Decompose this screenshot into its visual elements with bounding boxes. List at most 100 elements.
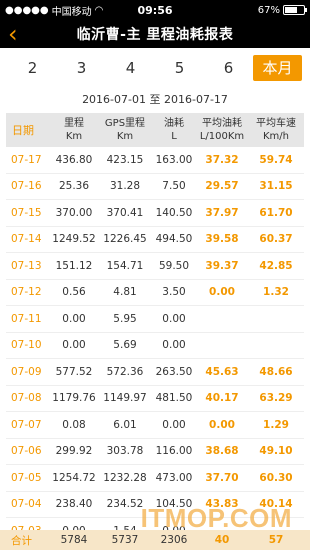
cell-gps: 4.81 bbox=[113, 286, 137, 299]
cell-avg-speed: 63.29 bbox=[259, 392, 293, 405]
cell-date: 07-16 bbox=[11, 180, 42, 193]
cell-mileage: 0.56 bbox=[62, 286, 86, 299]
cell-avg-speed: 48.66 bbox=[259, 365, 293, 378]
cell-gps: 154.71 bbox=[106, 259, 144, 272]
cell-avg-fuel: 37.32 bbox=[205, 153, 239, 166]
cell-fuel: 494.50 bbox=[155, 233, 193, 246]
cell-avg-speed: 1.29 bbox=[263, 418, 289, 431]
cell-gps: 1232.28 bbox=[103, 471, 147, 484]
cell-mileage: 370.00 bbox=[55, 206, 93, 219]
table-row[interactable]: 07-14 1249.52 1226.45 494.50 39.58 60.37 bbox=[6, 227, 304, 253]
cell-avg-fuel: 0.00 bbox=[209, 418, 235, 431]
cell-gps: 423.15 bbox=[106, 153, 144, 166]
cell-mileage: 151.12 bbox=[55, 259, 93, 272]
cell-mileage: 577.52 bbox=[55, 365, 93, 378]
col-fuel-header: 油耗 L bbox=[164, 118, 184, 142]
period-tabs: 2 3 4 5 6 本月 bbox=[0, 53, 310, 83]
cell-date: 07-06 bbox=[11, 445, 42, 458]
cell-avg-speed: 60.30 bbox=[259, 471, 293, 484]
totals-avg-fuel: 40 bbox=[214, 534, 230, 546]
cell-avg-fuel: 0.00 bbox=[209, 286, 235, 299]
cell-fuel: 140.50 bbox=[155, 206, 193, 219]
tab-5[interactable]: 本月 bbox=[253, 55, 302, 81]
cell-avg-speed: 60.37 bbox=[259, 233, 293, 246]
cell-mileage: 0.08 bbox=[62, 418, 86, 431]
cell-date: 07-13 bbox=[11, 259, 42, 272]
cell-avg-fuel: 38.68 bbox=[205, 445, 239, 458]
cell-avg-fuel: 45.63 bbox=[205, 365, 239, 378]
tab-0[interactable]: 2 bbox=[8, 55, 57, 81]
cell-avg-speed: 1.32 bbox=[263, 286, 289, 299]
cell-avg-fuel: 39.37 bbox=[205, 259, 239, 272]
table-row[interactable]: 07-05 1254.72 1232.28 473.00 37.70 60.30 bbox=[6, 465, 304, 492]
status-bar: ●●●●● 中国移动 ◠ 09:56 67% bbox=[0, 0, 310, 20]
tab-4[interactable]: 6 bbox=[204, 55, 253, 81]
table-row[interactable]: 07-17 436.80 423.15 163.00 37.32 59.74 bbox=[6, 147, 304, 174]
cell-avg-speed: 31.15 bbox=[259, 180, 293, 193]
table-row[interactable]: 07-11 0.00 5.95 0.00 bbox=[6, 306, 304, 333]
cell-date: 07-04 bbox=[11, 498, 42, 511]
cell-fuel: 263.50 bbox=[155, 365, 193, 378]
cell-avg-speed: 59.74 bbox=[259, 153, 293, 166]
cell-mileage: 0.00 bbox=[62, 312, 86, 325]
col-avg-speed-header: 平均车速 Km/h bbox=[256, 118, 296, 142]
cell-date: 07-17 bbox=[11, 153, 42, 166]
table-row[interactable]: 07-12 0.56 4.81 3.50 0.00 1.32 bbox=[6, 280, 304, 306]
cell-gps: 370.41 bbox=[106, 206, 144, 219]
cell-date: 07-12 bbox=[11, 286, 42, 299]
col-gps-header: GPS里程 Km bbox=[104, 118, 146, 142]
table-row[interactable]: 07-08 1179.76 1149.97 481.50 40.17 63.29 bbox=[6, 386, 304, 412]
cell-avg-fuel: 37.97 bbox=[205, 206, 239, 219]
cell-gps: 1149.97 bbox=[103, 392, 147, 405]
tab-3[interactable]: 5 bbox=[155, 55, 204, 81]
totals-gps: 5737 bbox=[111, 534, 139, 546]
totals-fuel: 2306 bbox=[160, 534, 188, 546]
cell-fuel: 481.50 bbox=[155, 392, 193, 405]
page-title: 临沂曹-主 里程油耗报表 bbox=[76, 27, 234, 43]
table-row[interactable]: 07-09 577.52 572.36 263.50 45.63 48.66 bbox=[6, 359, 304, 386]
cell-gps: 1226.45 bbox=[103, 233, 147, 246]
cell-mileage: 299.92 bbox=[55, 445, 93, 458]
totals-mileage: 5784 bbox=[60, 534, 88, 546]
col-avg-fuel-header: 平均油耗 L/100Km bbox=[199, 118, 245, 142]
cell-fuel: 0.00 bbox=[162, 418, 186, 431]
table-row[interactable]: 07-13 151.12 154.71 59.50 39.37 42.85 bbox=[6, 253, 304, 280]
table-body[interactable]: 07-17 436.80 423.15 163.00 37.32 59.74 07-16 25… bbox=[6, 147, 304, 545]
totals-avg-speed: 57 bbox=[268, 534, 284, 546]
back-chevron-icon[interactable]: ‹ bbox=[8, 22, 18, 46]
table-row[interactable]: 07-07 0.08 6.01 0.00 0.00 1.29 bbox=[6, 412, 304, 439]
cell-fuel: 163.00 bbox=[155, 153, 193, 166]
cell-avg-speed: 49.10 bbox=[259, 445, 293, 458]
cell-fuel: 7.50 bbox=[162, 180, 186, 193]
table-row[interactable]: 07-06 299.92 303.78 116.00 38.68 49.10 bbox=[6, 439, 304, 465]
report-table: 日期 里程 Km GPS里程 Km 油耗 L 平均油耗 L/100Km 平均车速 Km/h… bbox=[6, 113, 304, 545]
nav-header: ‹ 临沂曹-主 里程油耗报表 bbox=[0, 20, 310, 48]
cell-avg-speed: 61.70 bbox=[259, 206, 293, 219]
cell-avg-fuel: 29.57 bbox=[205, 180, 239, 193]
cell-fuel: 3.50 bbox=[162, 286, 186, 299]
cell-gps: 5.95 bbox=[113, 312, 137, 325]
cell-fuel: 59.50 bbox=[158, 259, 190, 272]
col-date-header: 日期 bbox=[12, 123, 34, 137]
cell-date: 07-15 bbox=[11, 206, 42, 219]
cell-gps: 5.69 bbox=[113, 339, 137, 352]
cell-mileage: 1254.72 bbox=[52, 471, 96, 484]
table-row[interactable]: 07-16 25.36 31.28 7.50 29.57 31.15 bbox=[6, 174, 304, 200]
table-row[interactable]: 07-10 0.00 5.69 0.00 bbox=[6, 333, 304, 359]
cell-mileage: 436.80 bbox=[55, 153, 93, 166]
cell-gps: 572.36 bbox=[106, 365, 144, 378]
battery-percent: 67% bbox=[257, 4, 280, 16]
cell-gps: 31.28 bbox=[109, 180, 141, 193]
table-row[interactable]: 07-15 370.00 370.41 140.50 37.97 61.70 bbox=[6, 200, 304, 227]
cell-avg-fuel: 39.58 bbox=[205, 233, 239, 246]
tab-1[interactable]: 3 bbox=[57, 55, 106, 81]
cell-avg-speed: 42.85 bbox=[259, 259, 293, 272]
cell-date: 07-09 bbox=[11, 365, 42, 378]
cell-date: 07-05 bbox=[11, 471, 42, 484]
cell-date: 07-14 bbox=[11, 233, 42, 246]
cell-avg-fuel: 40.17 bbox=[205, 392, 239, 405]
cell-fuel: 0.00 bbox=[162, 312, 186, 325]
cell-fuel: 473.00 bbox=[155, 471, 193, 484]
cell-mileage: 0.00 bbox=[62, 339, 86, 352]
tab-2[interactable]: 4 bbox=[106, 55, 155, 81]
